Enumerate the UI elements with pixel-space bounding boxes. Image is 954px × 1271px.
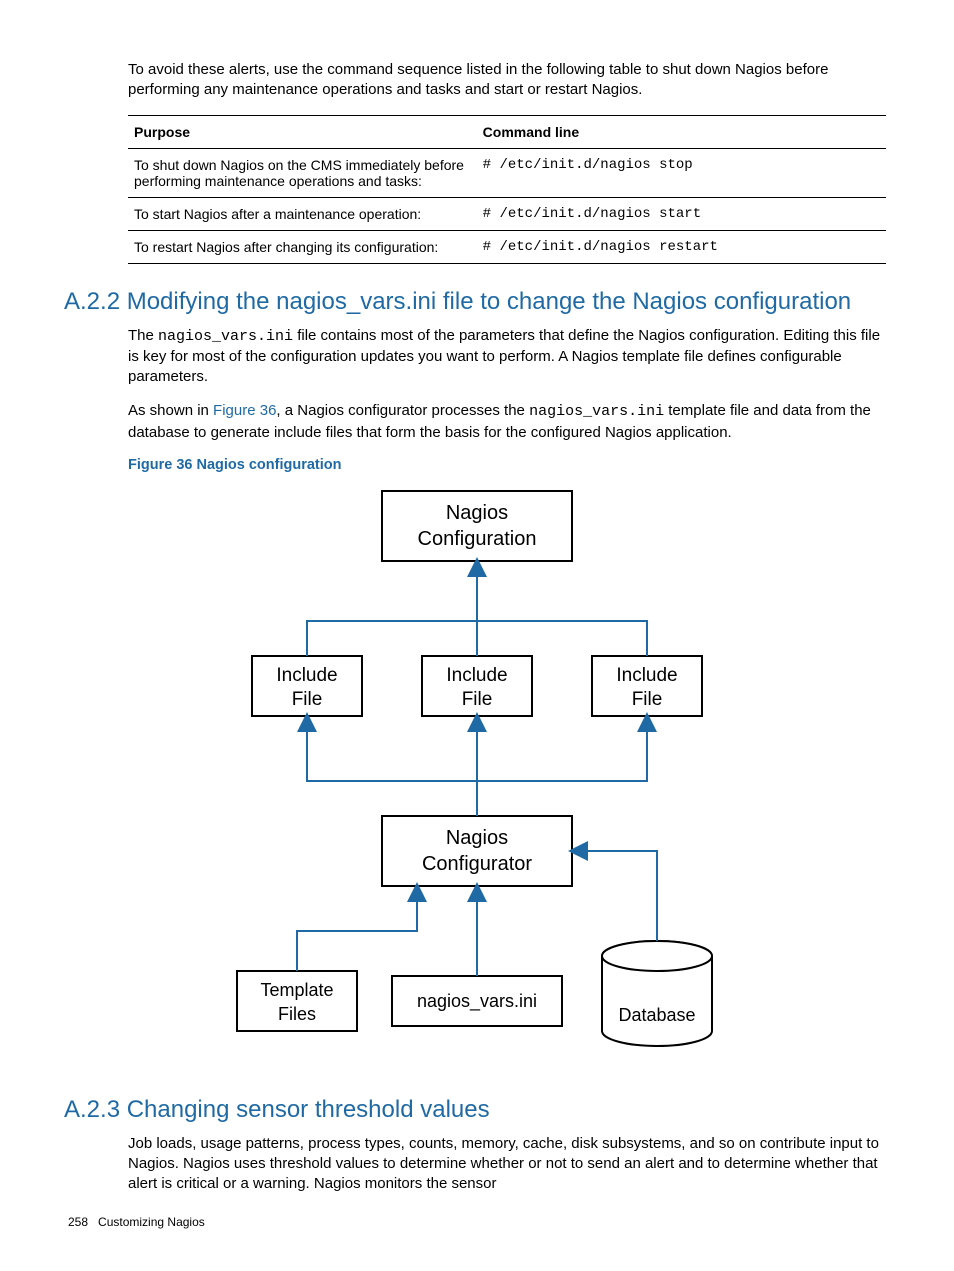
box-include-3-l1: Include (616, 665, 677, 686)
table-row: To shut down Nagios on the CMS immediate… (128, 148, 886, 197)
page-number: 258 (68, 1215, 88, 1229)
box-configurator-l1: Nagios (446, 827, 508, 849)
inline-code: nagios_vars.ini (529, 403, 664, 420)
figure-link[interactable]: Figure 36 (213, 402, 276, 419)
text: The (128, 327, 158, 344)
col-purpose: Purpose (128, 115, 477, 148)
a22-p1: The nagios_vars.ini file contains most o… (68, 326, 886, 388)
box-vars: nagios_vars.ini (417, 991, 537, 1012)
a23-p1: Job loads, usage patterns, process types… (68, 1134, 886, 1195)
box-include-1-l1: Include (276, 665, 337, 686)
box-database: Database (618, 1005, 695, 1025)
page-footer: 258 Customizing Nagios (68, 1215, 886, 1229)
box-include-1-l2: File (292, 689, 323, 710)
intro-paragraph: To avoid these alerts, use the command s… (68, 60, 886, 101)
heading-a23: A.2.3 Changing sensor threshold values (64, 1096, 886, 1124)
table-row: To restart Nagios after changing its con… (128, 230, 886, 263)
figure-36-diagram: Nagios Configuration Include File Includ… (68, 481, 886, 1076)
figure-caption: Figure 36 Nagios configuration (128, 457, 886, 473)
heading-a22: A.2.2 Modifying the nagios_vars.ini file… (64, 288, 886, 316)
box-configurator-l2: Configurator (422, 853, 532, 875)
footer-title: Customizing Nagios (98, 1215, 205, 1229)
box-include-2-l1: Include (446, 665, 507, 686)
cell-cmd: # /etc/init.d/nagios restart (477, 230, 886, 263)
box-template-l1: Template (260, 980, 333, 1000)
cell-cmd: # /etc/init.d/nagios stop (477, 148, 886, 197)
inline-code: nagios_vars.ini (158, 328, 293, 345)
cell-purpose: To start Nagios after a maintenance oper… (128, 197, 477, 230)
box-template-l2: Files (278, 1004, 316, 1024)
cell-purpose: To shut down Nagios on the CMS immediate… (128, 148, 477, 197)
cell-cmd: # /etc/init.d/nagios start (477, 197, 886, 230)
cell-purpose: To restart Nagios after changing its con… (128, 230, 477, 263)
text: , a Nagios configurator processes the (276, 402, 529, 419)
box-include-2-l2: File (462, 689, 493, 710)
a22-p2: As shown in Figure 36, a Nagios configur… (68, 401, 886, 443)
table-row: To start Nagios after a maintenance oper… (128, 197, 886, 230)
box-include-3-l2: File (632, 689, 663, 710)
box-nagios-configuration-l2: Configuration (418, 528, 537, 550)
box-nagios-configuration-l1: Nagios (446, 502, 508, 524)
text: As shown in (128, 402, 213, 419)
col-cmd: Command line (477, 115, 886, 148)
command-table: Purpose Command line To shut down Nagios… (128, 115, 886, 264)
